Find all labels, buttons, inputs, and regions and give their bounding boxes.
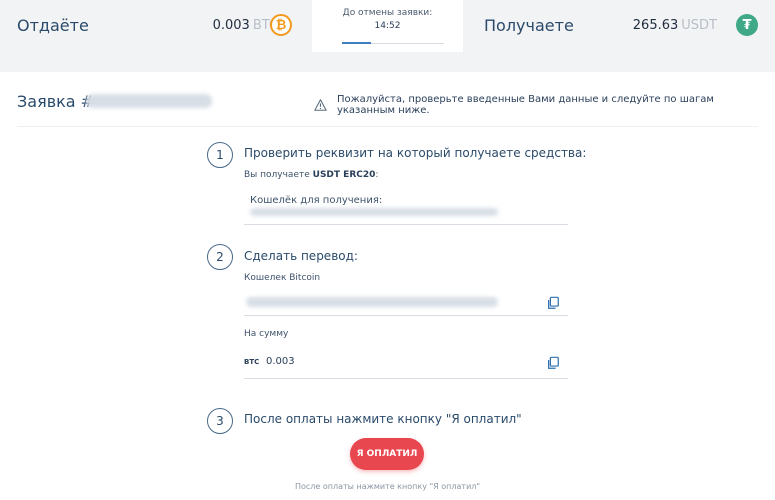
copy-amount-icon[interactable] — [546, 356, 560, 370]
sum-value[interactable]: 0.003 — [266, 356, 295, 367]
give-panel: Отдаёте 0.003 BTC ₿ — [0, 0, 312, 52]
give-label: Отдаёте — [17, 16, 89, 35]
order-number-redacted — [86, 94, 212, 108]
cancel-timer: До отмены заявки: 14:52 — [312, 0, 463, 52]
step-3-title: После оплаты нажмите кнопку "Я оплатил" — [244, 412, 522, 426]
give-amount: 0.003 BTC — [213, 18, 278, 33]
notice-text: Пожалуйста, проверьте введенные Вами дан… — [336, 94, 714, 116]
step-2-number: 2 — [207, 244, 233, 270]
receive-network-prefix: Вы получаете — [244, 170, 310, 180]
timer-value: 14:52 — [374, 21, 401, 31]
sum-label: На сумму — [244, 329, 289, 339]
receive-network-label: Вы получаете USDT ERC20: — [244, 170, 378, 180]
sum-underline — [244, 378, 568, 379]
step-2-title: Сделать перевод: — [244, 249, 358, 263]
bitcoin-wallet-redacted[interactable] — [246, 297, 498, 307]
bitcoin-wallet-label: Кошелек Bitcoin — [244, 273, 321, 283]
exchange-header: Отдаёте 0.003 BTC ₿ До отмены заявки: 14:… — [0, 0, 775, 52]
receive-amount: 265.63 USDT — [633, 18, 717, 33]
give-amount-value: 0.003 — [212, 18, 250, 33]
step-1-number: 1 — [207, 142, 233, 168]
receive-network-suffix: : — [375, 170, 379, 180]
receive-wallet-label: Кошелёк для получения: — [250, 195, 383, 206]
receive-panel: Получаете 265.63 USDT ₮ — [463, 0, 775, 52]
timer-progress-track — [342, 42, 444, 44]
timer-progress-fill — [342, 42, 371, 44]
receive-network: USDT ERC20 — [312, 170, 376, 180]
receive-wallet-underline — [244, 224, 568, 225]
divider — [17, 126, 758, 127]
warning-icon — [314, 99, 327, 111]
receive-label: Получаете — [484, 16, 574, 35]
i-paid-button[interactable]: Я ОПЛАТИЛ — [350, 438, 424, 470]
receive-currency: USDT — [681, 18, 717, 33]
notice: Пожалуйста, проверьте введенные Вами дан… — [314, 94, 775, 116]
bitcoin-icon: ₿ — [270, 14, 292, 36]
bitcoin-wallet-underline — [244, 315, 568, 316]
timer-label: До отмены заявки: — [342, 8, 433, 18]
step-3-number: 3 — [207, 408, 233, 434]
order-title: Заявка # — [17, 92, 95, 111]
copy-wallet-icon[interactable] — [546, 296, 560, 310]
receive-wallet-redacted — [250, 208, 498, 216]
footer-note: После оплаты нажмите кнопку "Я оплатил" — [294, 482, 481, 491]
receive-amount-value: 265.63 — [632, 18, 679, 33]
sum-currency: BTC — [244, 358, 260, 366]
tether-icon: ₮ — [736, 14, 758, 36]
header-band — [0, 52, 775, 72]
step-1-title: Проверить реквизит на который получаете … — [244, 146, 587, 160]
